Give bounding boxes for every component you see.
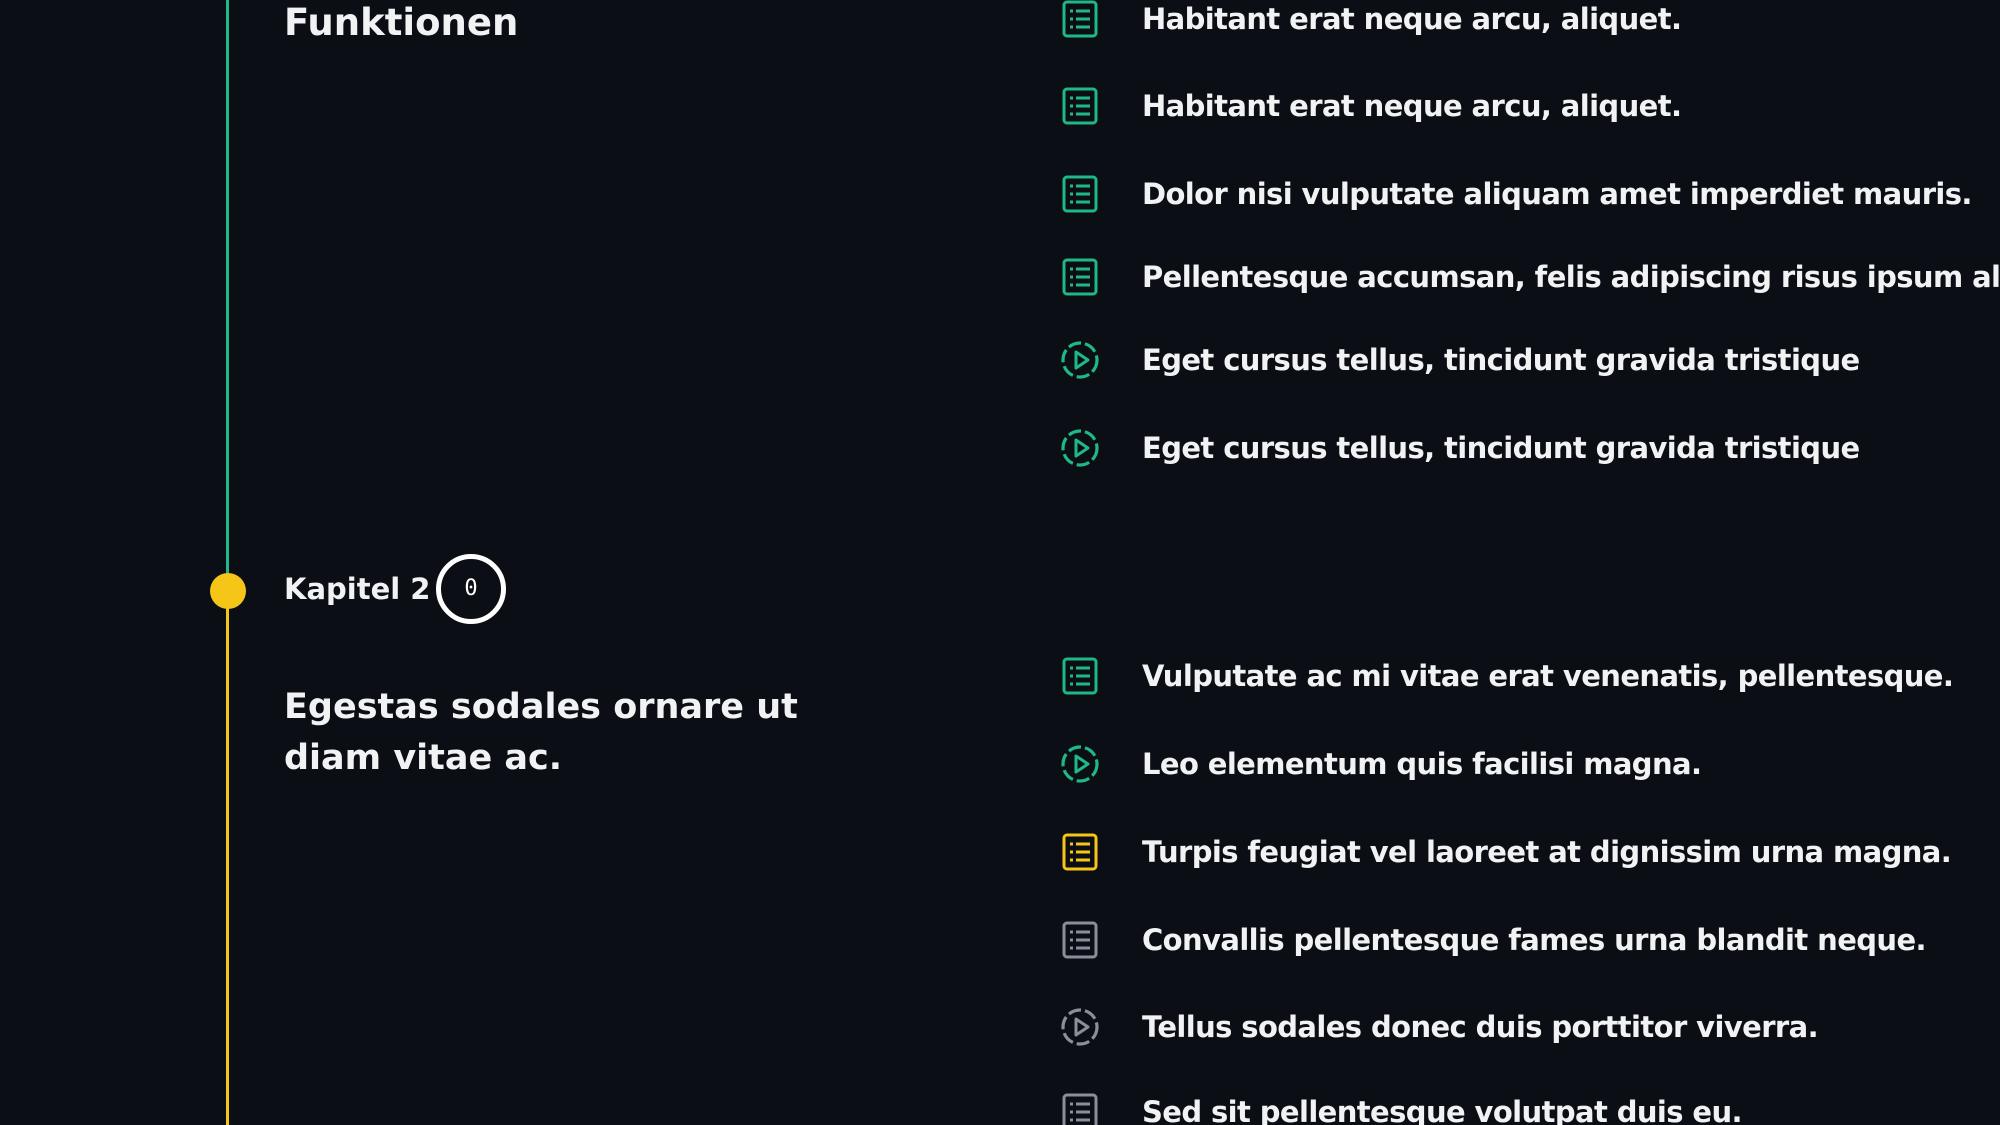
lesson-item[interactable]: Eget cursus tellus, tincidunt gravida tr… xyxy=(1058,426,1860,470)
lesson-item[interactable]: Habitant erat neque arcu, aliquet. xyxy=(1058,84,1682,128)
timeline-dot-current xyxy=(210,573,246,609)
chapter-title: Egestas sodales ornare ut diam vitae ac. xyxy=(284,687,798,778)
lesson-item[interactable]: Eget cursus tellus, tincidunt gravida tr… xyxy=(1058,338,1860,382)
lesson-item[interactable]: Dolor nisi vulputate aliquam amet imperd… xyxy=(1058,172,1972,216)
lesson-item[interactable]: Pellentesque accumsan, felis adipiscing … xyxy=(1058,255,2000,299)
lesson-label: Tellus sodales donec duis porttitor vive… xyxy=(1142,1010,1819,1044)
chapter-label: Kapitel 2 xyxy=(284,572,431,606)
play-icon xyxy=(1061,1008,1099,1046)
lesson-label: Sed sit pellentesque volutpat duis eu. xyxy=(1142,1095,1743,1125)
list-icon xyxy=(1062,833,1098,871)
lesson-item[interactable]: Tellus sodales donec duis porttitor vive… xyxy=(1058,1005,1819,1049)
lesson-label: Habitant erat neque arcu, aliquet. xyxy=(1142,2,1682,36)
lesson-item[interactable]: Leo elementum quis facilisi magna. xyxy=(1058,742,1702,786)
lesson-item[interactable]: Convallis pellentesque fames urna blandi… xyxy=(1058,918,1927,962)
lesson-label: Habitant erat neque arcu, aliquet. xyxy=(1142,89,1682,123)
lesson-label: Turpis feugiat vel laoreet at dignissim … xyxy=(1142,835,1952,869)
play-icon xyxy=(1061,341,1099,379)
lesson-label: Pellentesque accumsan, felis adipiscing … xyxy=(1142,260,2000,294)
section-1-title: Funktionen xyxy=(284,1,519,44)
chapter-count-badge: 0 xyxy=(436,554,506,624)
lesson-label: Dolor nisi vulputate aliquam amet imperd… xyxy=(1142,177,1972,211)
lesson-item[interactable]: Habitant erat neque arcu, aliquet. xyxy=(1058,0,1682,41)
list-icon xyxy=(1062,921,1098,959)
course-curriculum: Funktionen Kapitel 2 0 Egestas sodales o… xyxy=(0,0,2000,1125)
play-icon xyxy=(1061,429,1099,467)
timeline-line-completed xyxy=(226,0,229,575)
lesson-label: Eget cursus tellus, tincidunt gravida tr… xyxy=(1142,431,1860,465)
play-icon xyxy=(1061,745,1099,783)
list-icon xyxy=(1062,0,1098,38)
list-icon xyxy=(1062,87,1098,125)
lesson-item[interactable]: Turpis feugiat vel laoreet at dignissim … xyxy=(1058,830,1952,874)
lesson-label: Vulputate ac mi vitae erat venenatis, pe… xyxy=(1142,659,1954,693)
lesson-label: Leo elementum quis facilisi magna. xyxy=(1142,747,1702,781)
lesson-label: Convallis pellentesque fames urna blandi… xyxy=(1142,923,1927,957)
lesson-item[interactable]: Sed sit pellentesque volutpat duis eu. xyxy=(1058,1090,1743,1125)
list-icon xyxy=(1062,175,1098,213)
lesson-item[interactable]: Vulputate ac mi vitae erat venenatis, pe… xyxy=(1058,654,1954,698)
list-icon xyxy=(1062,1093,1098,1125)
list-icon xyxy=(1062,258,1098,296)
lesson-label: Eget cursus tellus, tincidunt gravida tr… xyxy=(1142,343,1860,377)
timeline-line-current xyxy=(226,590,229,1125)
list-icon xyxy=(1062,657,1098,695)
